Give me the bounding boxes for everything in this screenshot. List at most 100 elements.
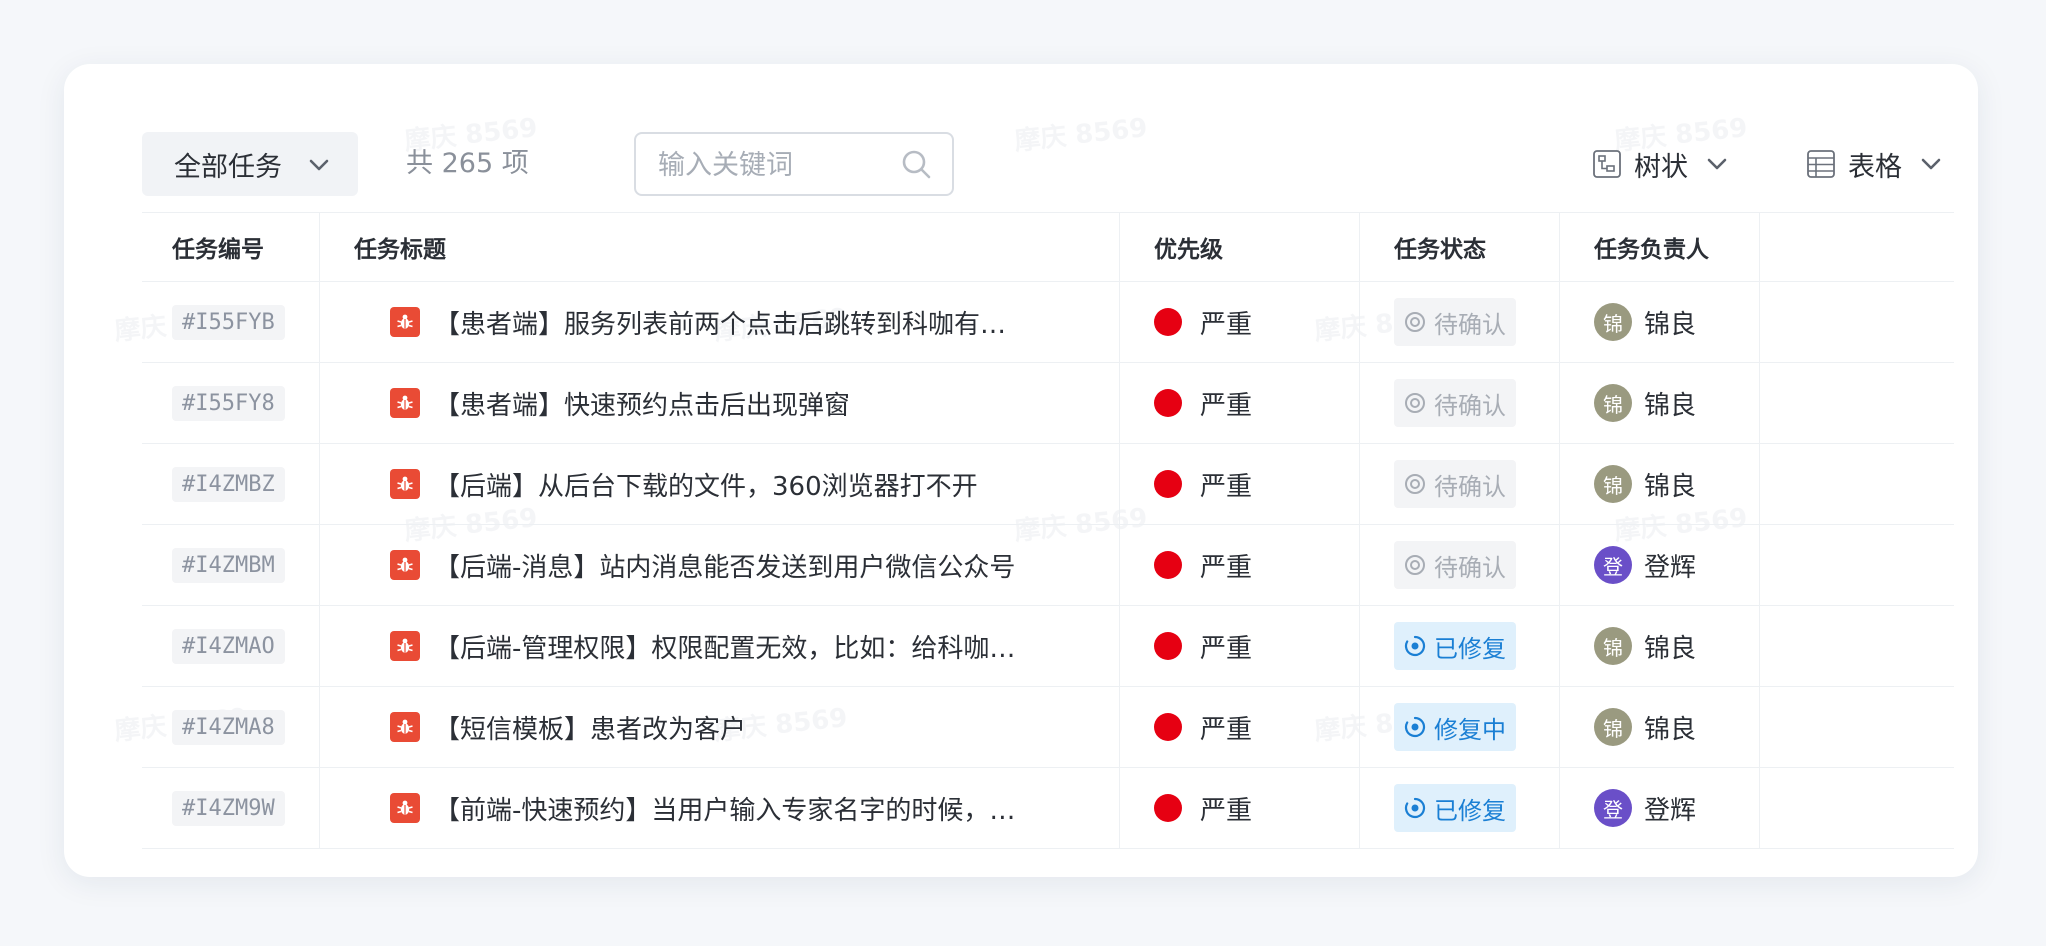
priority-cell: 严重 (1120, 363, 1360, 443)
row-empty-cell (1760, 444, 1954, 524)
owner-name[interactable]: 锦良 (1644, 709, 1696, 746)
task-title-cell: 【患者端】服务列表前两个点击后跳转到科咖有… (320, 282, 1120, 362)
priority-label[interactable]: 严重 (1200, 628, 1252, 665)
task-title-cell: 【后端-消息】站内消息能否发送到用户微信公众号 (320, 525, 1120, 605)
task-id[interactable]: #I4ZMBZ (172, 466, 285, 502)
status-badge[interactable]: 待确认 (1394, 460, 1516, 508)
tree-structure-icon (1593, 150, 1621, 178)
table-row[interactable]: #I55FY8 【患者端】快速预约点击后出现弹窗 严重 待确认 锦 锦良 (142, 363, 1954, 444)
pending-status-icon (1405, 312, 1425, 332)
status-badge[interactable]: 已修复 (1394, 784, 1516, 832)
priority-label[interactable]: 严重 (1200, 709, 1252, 746)
column-header-id[interactable]: 任务编号 (142, 213, 320, 281)
column-header-title[interactable]: 任务标题 (320, 213, 1120, 281)
priority-label[interactable]: 严重 (1200, 547, 1252, 584)
priority-critical-dot-icon (1154, 713, 1182, 741)
owner-cell: 锦 锦良 (1560, 606, 1760, 686)
row-empty-cell (1760, 768, 1954, 848)
search-input[interactable] (656, 134, 900, 196)
status-badge[interactable]: 修复中 (1394, 703, 1516, 751)
task-title[interactable]: 【短信模板】患者改为客户 (434, 709, 746, 746)
column-header-status[interactable]: 任务状态 (1360, 213, 1560, 281)
tree-view-dropdown[interactable]: 树状 (1592, 132, 1728, 196)
avatar[interactable]: 锦 (1594, 465, 1632, 503)
status-label: 修复中 (1434, 715, 1506, 744)
status-badge[interactable]: 已修复 (1394, 622, 1516, 670)
status-label: 待确认 (1434, 553, 1506, 582)
status-label: 已修复 (1434, 796, 1506, 825)
task-title[interactable]: 【后端-管理权限】权限配置无效，比如：给科咖… (434, 628, 1015, 665)
avatar[interactable]: 锦 (1594, 303, 1632, 341)
task-title[interactable]: 【后端-消息】站内消息能否发送到用户微信公众号 (434, 547, 1015, 584)
search-icon[interactable] (900, 148, 932, 180)
avatar[interactable]: 登 (1594, 789, 1632, 827)
owner-cell: 登 登辉 (1560, 768, 1760, 848)
priority-label[interactable]: 严重 (1200, 790, 1252, 827)
bug-icon (390, 469, 420, 499)
owner-name[interactable]: 登辉 (1644, 547, 1696, 584)
priority-cell: 严重 (1120, 444, 1360, 524)
owner-name[interactable]: 登辉 (1644, 790, 1696, 827)
avatar[interactable]: 锦 (1594, 384, 1632, 422)
task-title-cell: 【短信模板】患者改为客户 (320, 687, 1120, 767)
status-badge[interactable]: 待确认 (1394, 541, 1516, 589)
status-label: 待确认 (1434, 472, 1506, 501)
table-grid-icon (1807, 150, 1835, 178)
task-id[interactable]: #I55FY8 (172, 385, 285, 421)
table-view-dropdown[interactable]: 表格 (1806, 132, 1942, 196)
owner-name[interactable]: 锦良 (1644, 304, 1696, 341)
task-title[interactable]: 【患者端】服务列表前两个点击后跳转到科咖有… (434, 304, 1006, 341)
column-header-priority[interactable]: 优先级 (1120, 213, 1360, 281)
task-id[interactable]: #I55FYB (172, 304, 285, 340)
task-title-cell: 【后端】从后台下载的文件，360浏览器打不开 (320, 444, 1120, 524)
priority-critical-dot-icon (1154, 308, 1182, 336)
table-row[interactable]: #I55FYB 【患者端】服务列表前两个点击后跳转到科咖有… 严重 待确认 锦 … (142, 282, 1954, 363)
task-title[interactable]: 【前端-快速预约】当用户输入专家名字的时候，… (434, 790, 1015, 827)
task-id[interactable]: #I4ZMAO (172, 628, 285, 664)
table-row[interactable]: #I4ZMA8 【短信模板】患者改为客户 严重 修复中 锦 锦良 (142, 687, 1954, 768)
table-row[interactable]: #I4ZMBZ 【后端】从后台下载的文件，360浏览器打不开 严重 待确认 锦 … (142, 444, 1954, 525)
status-label: 待确认 (1434, 310, 1506, 339)
priority-label[interactable]: 严重 (1200, 304, 1252, 341)
avatar[interactable]: 锦 (1594, 708, 1632, 746)
column-header-owner[interactable]: 任务负责人 (1560, 213, 1760, 281)
priority-critical-dot-icon (1154, 470, 1182, 498)
priority-label[interactable]: 严重 (1200, 385, 1252, 422)
table-row[interactable]: #I4ZM9W 【前端-快速预约】当用户输入专家名字的时候，… 严重 已修复 登… (142, 768, 1954, 849)
priority-label[interactable]: 严重 (1200, 466, 1252, 503)
task-table: 任务编号 任务标题 优先级 任务状态 任务负责人 #I55FYB 【患者端】服务… (142, 212, 1954, 849)
task-title[interactable]: 【患者端】快速预约点击后出现弹窗 (434, 385, 850, 422)
task-filter-dropdown[interactable]: 全部任务 (142, 132, 358, 196)
task-id[interactable]: #I4ZMBM (172, 547, 285, 583)
task-id[interactable]: #I4ZM9W (172, 790, 285, 826)
table-view-label: 表格 (1848, 151, 1902, 183)
priority-critical-dot-icon (1154, 389, 1182, 417)
owner-name[interactable]: 锦良 (1644, 628, 1696, 665)
avatar[interactable]: 登 (1594, 546, 1632, 584)
bug-icon (390, 550, 420, 580)
task-id[interactable]: #I4ZMA8 (172, 709, 285, 745)
task-title-cell: 【后端-管理权限】权限配置无效，比如：给科咖… (320, 606, 1120, 686)
owner-cell: 锦 锦良 (1560, 363, 1760, 443)
task-id-cell: #I55FYB (142, 282, 320, 362)
status-cell: 待确认 (1360, 282, 1560, 362)
owner-name[interactable]: 锦良 (1644, 466, 1696, 503)
status-badge[interactable]: 待确认 (1394, 298, 1516, 346)
status-cell: 修复中 (1360, 687, 1560, 767)
task-title-cell: 【前端-快速预约】当用户输入专家名字的时候，… (320, 768, 1120, 848)
task-filter-label: 全部任务 (174, 151, 282, 183)
bug-icon (390, 793, 420, 823)
owner-name[interactable]: 锦良 (1644, 385, 1696, 422)
task-count: 共 265 项 (406, 148, 529, 179)
owner-cell: 锦 锦良 (1560, 282, 1760, 362)
search-box[interactable] (634, 132, 954, 196)
avatar[interactable]: 锦 (1594, 627, 1632, 665)
status-badge[interactable]: 待确认 (1394, 379, 1516, 427)
status-cell: 已修复 (1360, 606, 1560, 686)
task-title[interactable]: 【后端】从后台下载的文件，360浏览器打不开 (434, 466, 978, 503)
table-row[interactable]: #I4ZMBM 【后端-消息】站内消息能否发送到用户微信公众号 严重 待确认 登… (142, 525, 1954, 606)
priority-cell: 严重 (1120, 282, 1360, 362)
row-empty-cell (1760, 606, 1954, 686)
status-label: 待确认 (1434, 391, 1506, 420)
table-row[interactable]: #I4ZMAO 【后端-管理权限】权限配置无效，比如：给科咖… 严重 已修复 锦… (142, 606, 1954, 687)
